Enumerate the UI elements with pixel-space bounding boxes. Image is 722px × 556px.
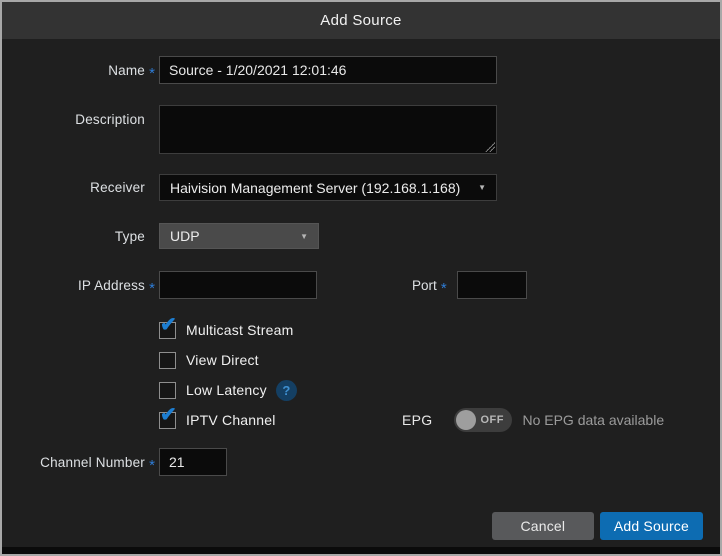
help-icon[interactable]: ? [276, 380, 297, 401]
receiver-select-value: Haivision Management Server (192.168.1.1… [170, 180, 460, 196]
receiver-row: Receiver Haivision Management Server (19… [2, 174, 720, 201]
ip-port-row: IP Address * Port * [2, 271, 720, 299]
view-direct-row: ✔ View Direct [2, 345, 720, 375]
ip-address-input[interactable] [159, 271, 317, 299]
checkbox-box[interactable]: ✔ [159, 412, 176, 429]
checkbox-group: ✔ Multicast Stream ✔ View Direct ✔ Low L… [2, 315, 720, 435]
name-input[interactable] [159, 56, 497, 84]
dialog-body: Name * Description Receiver Haivision Ma… [2, 39, 720, 547]
epg-status-text: No EPG data available [522, 412, 664, 428]
dialog-title-bar: Add Source [2, 2, 720, 39]
epg-toggle-state: OFF [480, 414, 504, 426]
low-latency-row: ✔ Low Latency ? [2, 375, 720, 405]
checkbox-box[interactable]: ✔ [159, 322, 176, 339]
toggle-knob-icon [456, 410, 476, 430]
required-asterisk: * [145, 457, 159, 474]
required-asterisk: * [145, 280, 159, 297]
epg-toggle[interactable]: OFF [454, 408, 512, 432]
resize-handle-icon[interactable] [485, 142, 495, 152]
name-row: Name * [2, 56, 720, 84]
checkmark-icon: ✔ [160, 405, 177, 425]
low-latency-checkbox[interactable]: ✔ Low Latency [159, 382, 267, 399]
receiver-select[interactable]: Haivision Management Server (192.168.1.1… [159, 174, 497, 201]
description-textarea[interactable] [159, 105, 497, 154]
description-field-wrap [159, 105, 497, 154]
dialog-footer: Cancel Add Source [2, 512, 720, 540]
description-row: Description [2, 105, 720, 154]
view-direct-checkbox[interactable]: ✔ View Direct [159, 352, 259, 369]
port-input[interactable] [457, 271, 527, 299]
channel-number-input[interactable] [159, 448, 227, 476]
name-label: Name [2, 63, 145, 78]
dialog-title: Add Source [320, 12, 401, 29]
checkbox-box[interactable]: ✔ [159, 352, 176, 369]
chevron-down-icon: ▼ [300, 232, 308, 241]
iptv-channel-checkbox[interactable]: ✔ IPTV Channel [159, 412, 276, 429]
channel-number-label: Channel Number [2, 455, 145, 470]
type-label: Type [2, 229, 145, 244]
description-label: Description [2, 105, 145, 127]
epg-cluster: EPG OFF No EPG data available [402, 408, 664, 432]
epg-label: EPG [402, 412, 432, 428]
chevron-down-icon: ▼ [478, 183, 486, 192]
port-label: Port [412, 278, 437, 293]
add-source-dialog: Add Source Name * Description Receiver H… [0, 0, 722, 556]
add-source-button[interactable]: Add Source [600, 512, 703, 540]
dialog-bottom-strip [2, 547, 720, 554]
checkbox-box[interactable]: ✔ [159, 382, 176, 399]
multicast-stream-row: ✔ Multicast Stream [2, 315, 720, 345]
iptv-channel-checkbox-label: IPTV Channel [186, 412, 276, 428]
multicast-stream-checkbox[interactable]: ✔ Multicast Stream [159, 322, 293, 339]
channel-number-row: Channel Number * [2, 448, 720, 476]
required-asterisk: * [145, 65, 159, 82]
receiver-label: Receiver [2, 180, 145, 195]
low-latency-checkbox-label: Low Latency [186, 382, 267, 398]
iptv-channel-row: ✔ IPTV Channel EPG OFF No EPG data avail… [2, 405, 720, 435]
multicast-stream-checkbox-label: Multicast Stream [186, 322, 293, 338]
cancel-button[interactable]: Cancel [492, 512, 594, 540]
view-direct-checkbox-label: View Direct [186, 352, 259, 368]
required-asterisk: * [437, 280, 451, 297]
type-select-value: UDP [170, 228, 200, 244]
type-select[interactable]: UDP ▼ [159, 223, 319, 249]
checkmark-icon: ✔ [160, 315, 177, 335]
ip-address-label: IP Address [2, 278, 145, 293]
type-row: Type UDP ▼ [2, 223, 720, 249]
